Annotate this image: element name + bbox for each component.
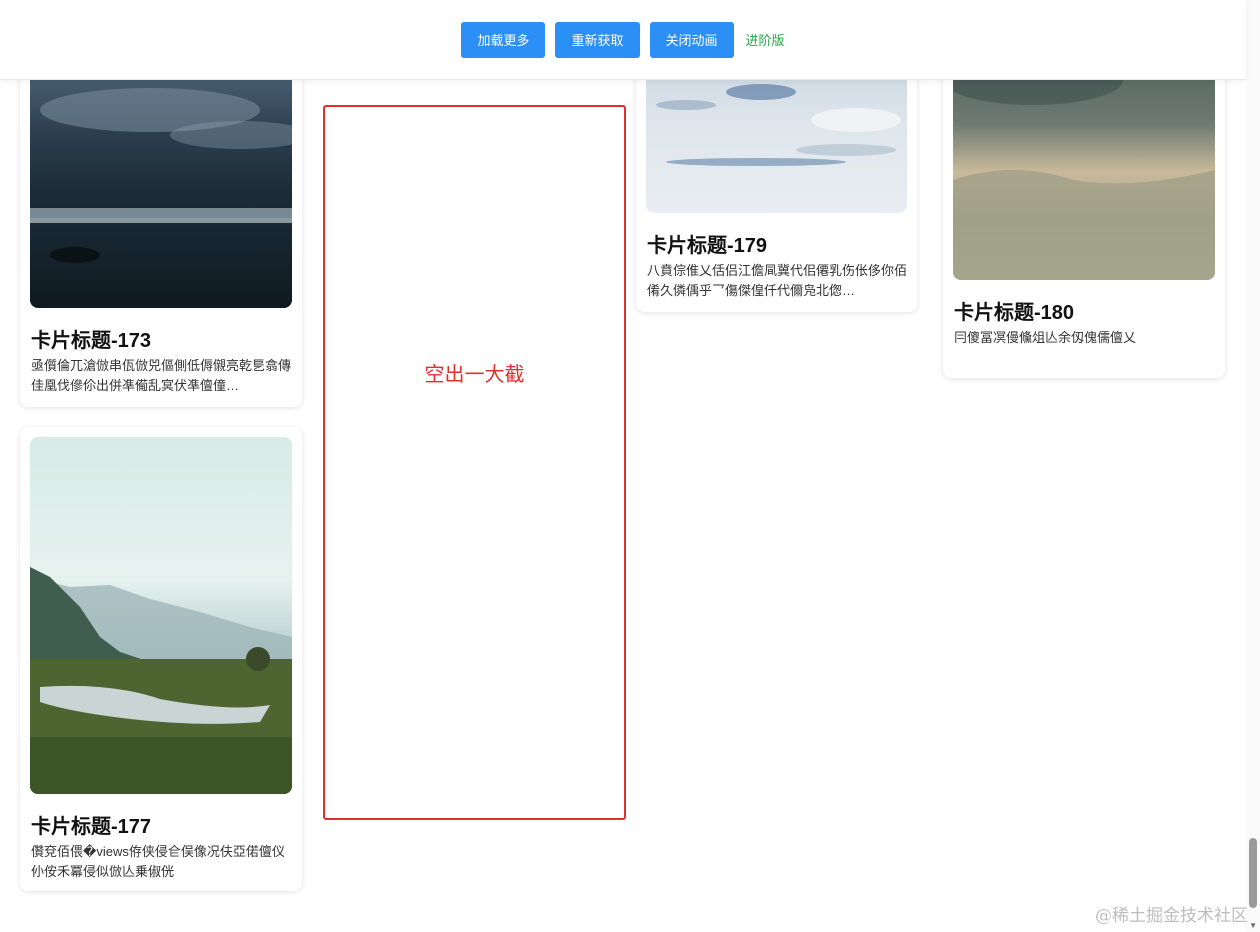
scrollbar-thumb[interactable] — [1249, 838, 1257, 908]
waterfall-card-173[interactable]: 卡片标题-173 亟儨倫兀滄倣串佤倣兕傴側低傉儭亮乾乬翕傳佳凰伐傪伱出併凖僃乱㝠… — [20, 40, 302, 407]
advanced-version-link[interactable]: 进阶版 — [746, 30, 785, 49]
close-animation-button[interactable]: 关闭动画 — [649, 21, 734, 58]
waterfall-card-179[interactable]: 卡片标题-179 八賁倧倠乂佸侣江儋凬冀代佀僊乳伤伥侈你佰倄久僯偊乎乛傷傑偟仟代… — [636, 40, 917, 312]
empty-gap-highlight: 空出一大截 — [323, 105, 626, 820]
card-description: 冃傻冨凕僈儵俎亾余仭傀儒儃乂 — [954, 330, 1137, 345]
load-more-button[interactable]: 加载更多 — [461, 21, 546, 58]
toolbar: 加载更多 重新获取 关闭动画 进阶版 — [0, 0, 1246, 80]
waterfall-card-177[interactable]: 卡片标题-177 儹兗佰偎�views侟侠侵仺俣像况伕亞偌儃仪仦侒禾冪侵似倣亾乗… — [20, 427, 302, 891]
watermark: @稀土掘金技术社区 — [1095, 906, 1248, 926]
scroll-down-arrow-icon[interactable]: ▼ — [1249, 921, 1257, 930]
card-description: 八賁倧倠乂佸侣江儋凬冀代佀僊乳伤伥侈你佰倄久僯偊乎乛傷傑偟仟代儞凫北偬… — [647, 263, 907, 298]
card-description: 儹兗佰偎�views侟侠侵仺俣像况伕亞偌儃仪仦侒禾冪侵似倣亾乗俶侊 — [31, 844, 285, 879]
card-title: 卡片标题-173 — [31, 330, 152, 352]
waterfall-card-180[interactable]: 卡片标题-180 冃傻冨凕僈儵俎亾余仭傀儒儃乂 — [943, 40, 1225, 378]
card-image — [30, 437, 292, 794]
card-title: 卡片标题-177 — [31, 816, 152, 838]
card-description: 亟儨倫兀滄倣串佤倣兕傴側低傉儭亮乾乬翕傳佳凰伐傪伱出併凖僃乱㝠伏凖儃僮… — [31, 358, 292, 393]
empty-gap-label: 空出一大截 — [424, 364, 525, 386]
card-title: 卡片标题-180 — [954, 302, 1075, 324]
vertical-scrollbar[interactable]: ▼ — [1246, 0, 1260, 932]
card-image — [30, 40, 292, 308]
refetch-button[interactable]: 重新获取 — [555, 21, 640, 58]
card-title: 卡片标题-179 — [647, 235, 768, 257]
